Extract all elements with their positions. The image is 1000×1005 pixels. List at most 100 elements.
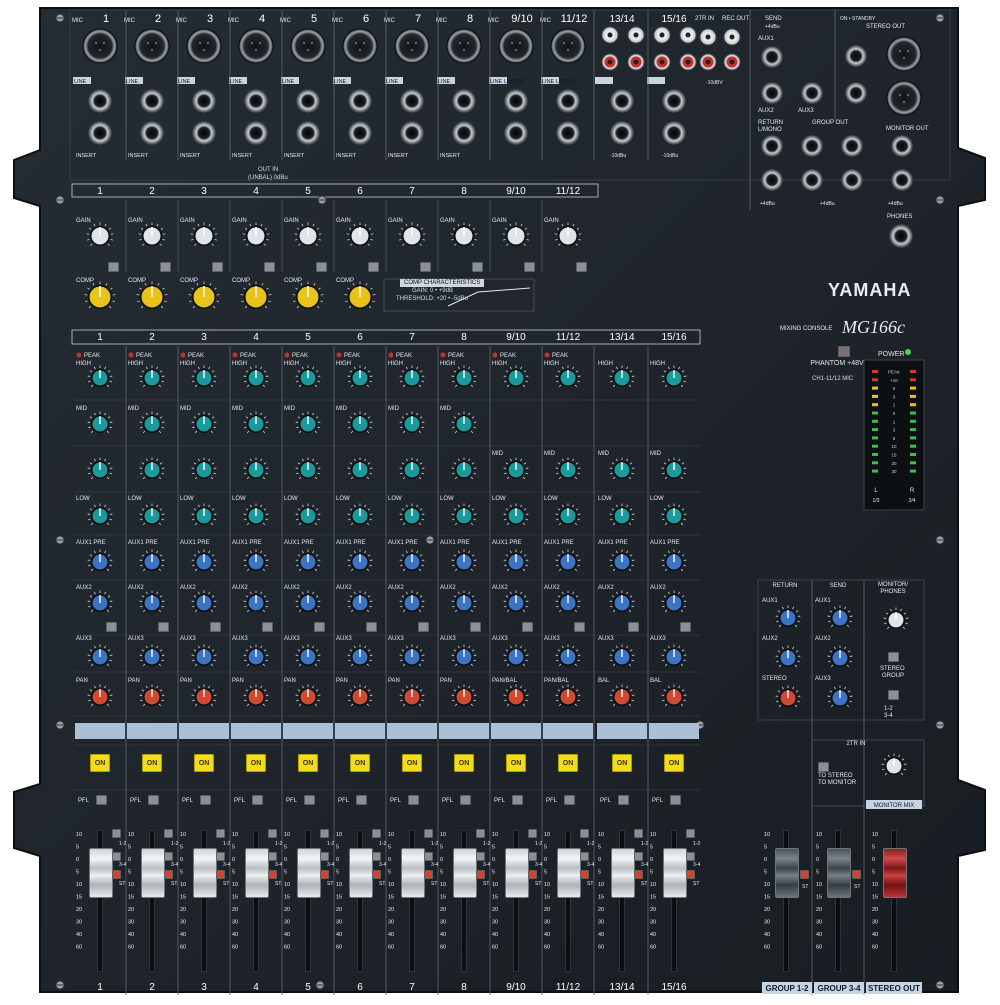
group34-assign-button[interactable]	[372, 852, 381, 861]
stereo-assign-button[interactable]	[320, 870, 329, 879]
monitor-group-button[interactable]	[888, 690, 899, 700]
phantom-switch[interactable]	[838, 346, 850, 357]
channel-fader[interactable]	[663, 848, 687, 898]
group34-to-stereo-button[interactable]	[852, 870, 861, 879]
group34-assign-button[interactable]	[112, 852, 121, 861]
stereo-assign-button[interactable]	[686, 870, 695, 879]
pad-button[interactable]	[420, 262, 431, 272]
stereo-fader[interactable]	[883, 848, 907, 898]
group12-assign-button[interactable]	[268, 829, 277, 838]
pfl-button[interactable]	[408, 795, 419, 805]
group12-assign-button[interactable]	[320, 829, 329, 838]
channel-fader[interactable]	[297, 848, 321, 898]
group12-assign-button[interactable]	[372, 829, 381, 838]
stereo-assign-button[interactable]	[112, 870, 121, 879]
channel-on-button[interactable]: ON	[558, 754, 578, 772]
stereo-assign-button[interactable]	[424, 870, 433, 879]
channel-on-button[interactable]: ON	[664, 754, 684, 772]
pad-button[interactable]	[368, 262, 379, 272]
pad-button[interactable]	[108, 262, 119, 272]
pfl-button[interactable]	[512, 795, 523, 805]
aux-pre-button[interactable]	[314, 622, 325, 632]
group12-assign-button[interactable]	[686, 829, 695, 838]
twotr-to-switch[interactable]	[818, 762, 829, 772]
pfl-button[interactable]	[460, 795, 471, 805]
channel-on-button[interactable]: ON	[142, 754, 162, 772]
pad-button[interactable]	[316, 262, 327, 272]
aux-pre-button[interactable]	[680, 622, 691, 632]
stereo-assign-button[interactable]	[528, 870, 537, 879]
stereo-assign-button[interactable]	[216, 870, 225, 879]
group34-assign-button[interactable]	[424, 852, 433, 861]
pfl-button[interactable]	[252, 795, 263, 805]
channel-fader[interactable]	[349, 848, 373, 898]
channel-fader[interactable]	[401, 848, 425, 898]
aux-pre-button[interactable]	[470, 622, 481, 632]
channel-on-button[interactable]: ON	[506, 754, 526, 772]
aux-pre-button[interactable]	[106, 622, 117, 632]
stereo-group-button[interactable]	[888, 652, 899, 662]
aux-pre-button[interactable]	[628, 622, 639, 632]
group12-assign-button[interactable]	[164, 829, 173, 838]
pfl-button[interactable]	[564, 795, 575, 805]
aux-pre-button[interactable]	[262, 622, 273, 632]
channel-fader[interactable]	[505, 848, 529, 898]
stereo-assign-button[interactable]	[164, 870, 173, 879]
channel-on-button[interactable]: ON	[454, 754, 474, 772]
channel-on-button[interactable]: ON	[298, 754, 318, 772]
group12-assign-button[interactable]	[580, 829, 589, 838]
group34-assign-button[interactable]	[268, 852, 277, 861]
group34-assign-button[interactable]	[164, 852, 173, 861]
aux-pre-button[interactable]	[574, 622, 585, 632]
pad-button[interactable]	[524, 262, 535, 272]
pad-button[interactable]	[264, 262, 275, 272]
channel-fader[interactable]	[89, 848, 113, 898]
stereo-assign-button[interactable]	[476, 870, 485, 879]
stereo-assign-button[interactable]	[634, 870, 643, 879]
channel-fader[interactable]	[193, 848, 217, 898]
channel-fader[interactable]	[557, 848, 581, 898]
stereo-assign-button[interactable]	[268, 870, 277, 879]
channel-fader[interactable]	[141, 848, 165, 898]
group12-assign-button[interactable]	[424, 829, 433, 838]
channel-on-button[interactable]: ON	[246, 754, 266, 772]
channel-on-button[interactable]: ON	[194, 754, 214, 772]
group12-assign-button[interactable]	[634, 829, 643, 838]
group12-assign-button[interactable]	[476, 829, 485, 838]
group34-assign-button[interactable]	[476, 852, 485, 861]
pfl-button[interactable]	[618, 795, 629, 805]
stereo-assign-button[interactable]	[580, 870, 589, 879]
channel-fader[interactable]	[245, 848, 269, 898]
group12-fader[interactable]	[775, 848, 799, 898]
pad-button[interactable]	[576, 262, 587, 272]
pfl-button[interactable]	[670, 795, 681, 805]
channel-fader[interactable]	[453, 848, 477, 898]
channel-on-button[interactable]: ON	[612, 754, 632, 772]
group12-assign-button[interactable]	[216, 829, 225, 838]
group34-assign-button[interactable]	[634, 852, 643, 861]
aux-pre-button[interactable]	[158, 622, 169, 632]
pfl-button[interactable]	[96, 795, 107, 805]
stereo-assign-button[interactable]	[372, 870, 381, 879]
group34-fader[interactable]	[827, 848, 851, 898]
pad-button[interactable]	[160, 262, 171, 272]
group12-to-stereo-button[interactable]	[800, 870, 809, 879]
pfl-button[interactable]	[356, 795, 367, 805]
pad-button[interactable]	[212, 262, 223, 272]
channel-on-button[interactable]: ON	[90, 754, 110, 772]
aux-pre-button[interactable]	[366, 622, 377, 632]
channel-on-button[interactable]: ON	[350, 754, 370, 772]
group12-assign-button[interactable]	[112, 829, 121, 838]
pfl-button[interactable]	[304, 795, 315, 805]
aux-pre-button[interactable]	[522, 622, 533, 632]
pfl-button[interactable]	[148, 795, 159, 805]
group34-assign-button[interactable]	[216, 852, 225, 861]
group34-assign-button[interactable]	[580, 852, 589, 861]
aux-pre-button[interactable]	[418, 622, 429, 632]
aux-pre-button[interactable]	[210, 622, 221, 632]
group34-assign-button[interactable]	[320, 852, 329, 861]
channel-fader[interactable]	[611, 848, 635, 898]
group34-assign-button[interactable]	[528, 852, 537, 861]
group34-assign-button[interactable]	[686, 852, 695, 861]
pad-button[interactable]	[472, 262, 483, 272]
